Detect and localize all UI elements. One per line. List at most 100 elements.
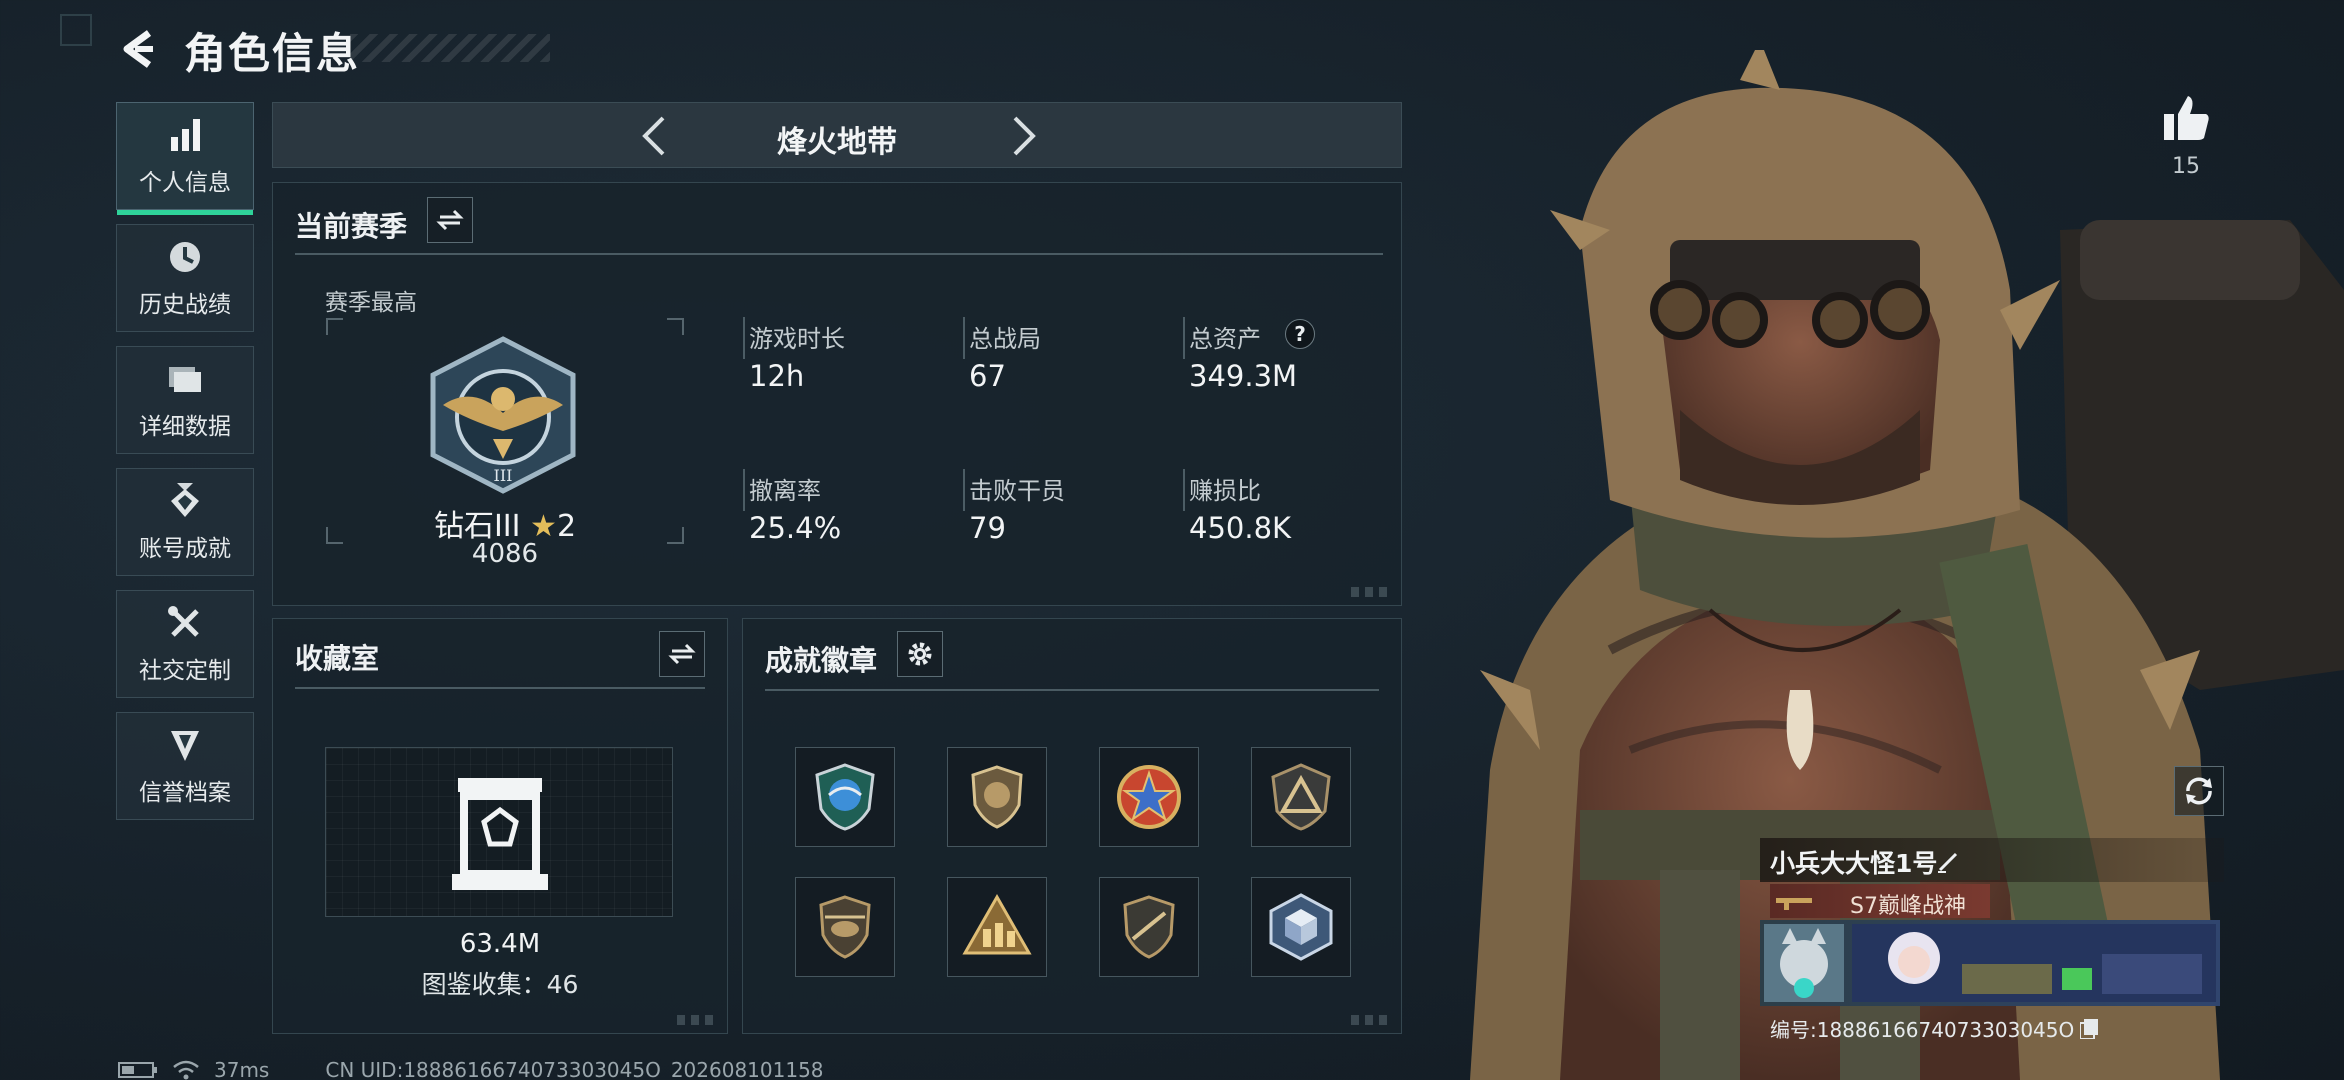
status-bar: 37ms CN UID:1888616674073303045O_2026081…: [118, 1058, 824, 1080]
sidebar-item-label: 信誉档案: [139, 780, 231, 806]
display-case-icon: [452, 778, 548, 890]
collection-panel: 收藏室 63.4M 图鉴收集：46: [272, 618, 728, 1034]
bar-chart-icon: [171, 119, 200, 151]
reputation-icon: [171, 731, 199, 761]
player-name: 小兵大大怪1号: [1770, 849, 1938, 878]
title-decoration: [350, 34, 550, 62]
player-id: 编号:1888616674073303045O: [1770, 1018, 2075, 1042]
achievements-settings-button[interactable]: [897, 631, 943, 677]
season-divider: [295, 253, 1383, 255]
season-switch-button[interactable]: [427, 197, 473, 243]
sidebar-item-label: 社交定制: [139, 658, 231, 684]
sidebar-item-social[interactable]: 社交定制: [116, 590, 254, 698]
stat-label-extract-rate: 撤离率: [749, 477, 821, 505]
like-button[interactable]: 15: [2150, 92, 2222, 179]
assets-help-icon[interactable]: ?: [1285, 319, 1315, 349]
stat-value-extract-rate: 25.4%: [749, 511, 842, 545]
folder-icon: [169, 367, 201, 392]
player-id-row: 编号:1888616674073303045O: [1770, 1014, 2099, 1043]
player-card[interactable]: 小兵大大怪1号 S7巅峰战神 编号:1888616674073303045O: [1760, 838, 2224, 1048]
achievement-badge-rifle[interactable]: [1099, 877, 1199, 977]
helicopter-badge-icon: [819, 895, 871, 959]
rotate-icon: [2186, 777, 2212, 805]
collection-preview[interactable]: [325, 747, 673, 917]
achievement-badge-globe[interactable]: [795, 747, 895, 847]
globe-shield-badge-icon: [815, 763, 875, 831]
stat-value-playtime: 12h: [749, 359, 805, 393]
season-title: 当前赛季: [295, 210, 408, 243]
sidebar-item-label: 历史战绩: [139, 292, 231, 318]
rank-emblem-diamond-icon: III: [430, 336, 576, 494]
wifi-icon: [173, 1060, 199, 1080]
chevron-right-icon: [1013, 116, 1036, 156]
star-emblem-badge-icon: [1117, 765, 1181, 829]
collection-title: 收藏室: [295, 642, 380, 675]
mode-selector: 烽火地带: [272, 102, 1402, 168]
stat-value-assets: 349.3M: [1189, 359, 1298, 393]
collection-switch-button[interactable]: [659, 631, 705, 677]
rifle-icon: [1776, 898, 1812, 910]
thumbs-up-icon: [2164, 96, 2209, 140]
swap-icon: [436, 209, 464, 231]
achievement-badge-soldiers[interactable]: [947, 877, 1047, 977]
tools-icon: [168, 606, 199, 637]
sidebar-item-history[interactable]: 历史战绩: [116, 224, 254, 332]
sidebar-item-achievements[interactable]: 账号成就: [116, 468, 254, 576]
stat-divider: [963, 469, 965, 511]
back-arrow-icon: [123, 30, 153, 68]
stat-label-assets: 总资产: [1189, 325, 1261, 353]
panel-corner-decoration: [677, 1015, 717, 1025]
achievement-badge-star[interactable]: [1099, 747, 1199, 847]
stat-divider: [743, 317, 745, 359]
stat-divider: [963, 317, 965, 359]
stat-value-kills: 79: [969, 511, 1006, 545]
copy-icon[interactable]: [2080, 1018, 2099, 1039]
stat-divider: [1183, 317, 1185, 359]
sidebar-item-reputation[interactable]: 信誉档案: [116, 712, 254, 820]
collection-value: 63.4M: [459, 929, 541, 959]
mode-label: 烽火地带: [777, 125, 897, 160]
like-count: 15: [2172, 154, 2200, 179]
svg-text:III: III: [494, 466, 513, 485]
achievements-title: 成就徽章: [765, 644, 878, 677]
player-name-row: 小兵大大怪1号: [1760, 838, 2224, 882]
title-badge-text: S7巅峰战神: [1850, 894, 1966, 919]
stat-value-matches: 67: [969, 359, 1006, 393]
rank-score: 4086: [471, 539, 539, 569]
uid-label: CN UID:1888616674073303045O_202608101158: [325, 1058, 824, 1080]
stat-label-matches: 总战局: [969, 325, 1041, 353]
cube-badge-icon: [1269, 893, 1333, 961]
triangle-badge-icon: [1271, 763, 1331, 831]
achievement-badge-lion[interactable]: [947, 747, 1047, 847]
gear-icon: [908, 642, 932, 666]
header-corner-mark: [60, 14, 92, 46]
avatar-cat-icon: [1764, 924, 1844, 1002]
achievements-divider: [765, 689, 1379, 691]
season-panel: 当前赛季 赛季最高 III 钻石III ★2 4086 游戏时长 12h 总战局…: [272, 182, 1402, 606]
mode-next-button[interactable]: [1001, 113, 1047, 159]
stat-label-profit-ratio: 赚损比: [1189, 477, 1261, 505]
edit-name-icon[interactable]: [1936, 848, 1962, 874]
stat-divider: [743, 469, 745, 511]
battery-icon: [118, 1062, 157, 1078]
clock-history-icon: [170, 242, 200, 272]
season-best-label: 赛季最高: [325, 290, 417, 316]
achievement-badge-cube[interactable]: [1251, 877, 1351, 977]
soldiers-badge-icon: [962, 893, 1032, 955]
back-button[interactable]: [116, 26, 162, 72]
stat-value-profit-ratio: 450.8K: [1189, 511, 1292, 545]
page-title: 角色信息: [184, 29, 361, 78]
achievement-badge-triangle[interactable]: [1251, 747, 1351, 847]
rotate-model-button[interactable]: [2174, 766, 2224, 816]
sidebar-item-label: 个人信息: [139, 170, 231, 196]
achievement-badge-helicopter[interactable]: [795, 877, 895, 977]
stat-label-playtime: 游戏时长: [749, 325, 845, 353]
sidebar-item-personal-info[interactable]: 个人信息: [116, 102, 254, 215]
rifle-shield-badge-icon: [1123, 895, 1175, 959]
achievements-panel: 成就徽章: [742, 618, 1402, 1034]
medal-icon: [171, 483, 199, 517]
swap-icon: [668, 643, 696, 665]
collection-count: 图鉴收集：46: [421, 970, 579, 999]
sidebar-item-detailed-data[interactable]: 详细数据: [116, 346, 254, 454]
player-banner: [1760, 920, 2220, 1006]
